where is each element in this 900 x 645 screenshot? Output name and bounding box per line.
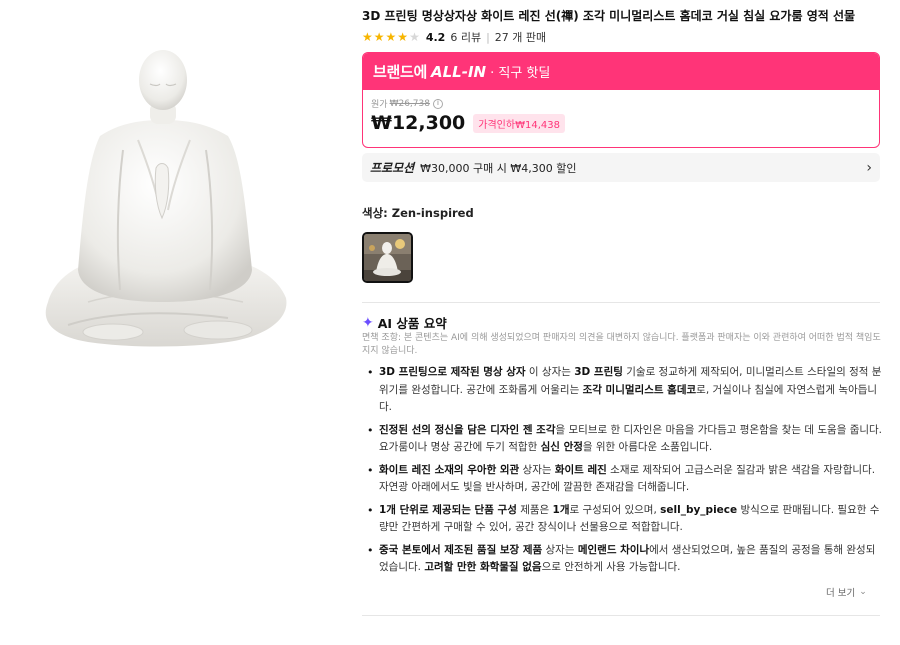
discount-badge: 가격인하₩14,438 [473,113,565,133]
summary-item: 1개 단위로 제공되는 단품 구성 제품은 1개로 구성되어 있으며, sell… [362,502,882,537]
summary-text: 으로 안전하게 사용 가능합니다. [541,561,681,573]
original-price-label: 원가 [371,100,388,110]
rating-stars: ★ ★ ★ ★ ★ [362,31,420,43]
summary-bold-text: 1개 [552,503,570,516]
promo-brand-text: 브랜드에 [373,63,428,81]
summary-bold-text: 메인랜드 차이나 [577,543,650,556]
summary-bold-text: 1개 단위로 제공되는 단품 구성 [379,503,517,516]
star-icon: ★ [397,30,409,44]
star-icon: ★ [373,30,385,44]
summary-bold-text: 3D 프린팅 [574,366,623,378]
chevron-right-icon: › [866,159,872,176]
promo-suffix: · 직구 핫딜 [490,66,551,81]
info-icon[interactable]: i [432,98,443,109]
product-title: 3D 프린팅 명상상자상 화이트 레진 선(禪) 조각 미니멀리스트 홈데코 거… [362,9,856,23]
summary-item: 중국 본토에서 제조된 품질 보장 제품 상자는 메인랜드 차이나에서 생산되었… [362,542,882,577]
show-more-label: 더 보기 [826,588,856,599]
section-divider [362,302,880,303]
summary-bold-text: 고려할 만한 화학물질 없음 [424,561,542,573]
summary-text: 로 구성되어 있으며, [569,503,661,516]
swatch-thumbnail [364,234,411,281]
promo-banner: 브랜드에 ALL-IN · 직구 핫딜 [363,53,879,90]
rating-row: ★ ★ ★ ★ ★ 4.2 6 리뷰 | 27 개 판매 [362,29,546,45]
summary-bold-text: 화이트 레진 [554,463,607,476]
show-more-button[interactable]: 더 보기 ⌄ [826,585,867,599]
product-main-image[interactable] [28,40,298,370]
ai-summary-title: AI 상품 요약 [377,316,447,331]
summary-item: 진정된 선의 정신을 담은 디자인 젠 조각을 모티브로 한 디자인은 마음을 … [362,422,882,457]
original-price: ₩26,738 [389,98,430,109]
summary-text: 이 상자는 [525,366,575,378]
star-icon: ★ [362,30,373,44]
sparkle-icon: ✦ [362,314,374,331]
summary-bold-text: 3D 프린팅으로 제작된 명상 상자 [379,366,526,378]
summary-bold-text: 중국 본토에서 제조된 품질 보장 제품 [379,543,543,556]
price-area: 원가 ₩26,738 i ₩12,300 가격인하₩14,438 [363,90,879,134]
summary-bold-text: sell_by_piece [660,503,738,516]
summary-bold-text: 조각 미니멀리스트 홈데코 [582,383,697,396]
original-price-row: 원가 ₩26,738 i [371,97,871,110]
summary-text: 상자는 [542,543,578,556]
summary-bold-text: 진정된 선의 정신을 담은 디자인 젠 조각 [379,423,556,436]
meditating-figure-illustration [45,50,287,347]
sales-count: 27 개 판매 [494,31,547,44]
promo-allin-text: ALL-IN [431,62,487,81]
summary-item: 화이트 레진 소재의 우아한 외관 상자는 화이트 레진 소재로 제작되어 고급… [362,462,882,497]
ai-summary-list: 3D 프린팅으로 제작된 명상 상자 이 상자는 3D 프린팅 기술로 정교하게… [362,364,882,582]
summary-text: 상자는 [519,463,555,476]
ai-summary-header: ✦ AI 상품 요약 [362,313,447,332]
summary-text: 을 위한 아름다운 소품입니다. [582,441,713,453]
chevron-down-icon: ⌄ [859,587,867,597]
current-price-row: ₩12,300 가격인하₩14,438 [371,112,871,134]
promotion-text: ₩30,000 구매 시 ₩4,300 할인 [420,161,577,175]
color-swatch-selected[interactable] [362,232,413,283]
star-empty-icon: ★ [409,30,420,44]
summary-text: 제품은 [516,503,553,516]
separator: | [486,30,490,44]
summary-item: 3D 프린팅으로 제작된 명상 상자 이 상자는 3D 프린팅 기술로 정교하게… [362,364,882,417]
section-divider [362,615,880,616]
summary-bold-text: 심신 안정 [540,441,583,453]
current-price: ₩12,300 [371,112,466,134]
color-label: 색상: Zen-inspired [362,206,474,220]
review-count-link[interactable]: 6 리뷰 [450,29,481,45]
promotion-label: 프로모션 [370,161,415,175]
star-icon: ★ [385,30,397,44]
price-promo-box: 브랜드에 ALL-IN · 직구 핫딜 원가 ₩26,738 i ₩12,300… [362,52,880,148]
ai-disclaimer: 면책 조항: 본 콘텐츠는 AI에 의해 생성되었으며 판매자의 의견을 대변하… [362,333,881,356]
promotion-row[interactable]: 프로모션 ₩30,000 구매 시 ₩4,300 할인 › [362,153,880,182]
rating-value: 4.2 [425,30,446,44]
summary-bold-text: 화이트 레진 소재의 우아한 외관 [379,463,520,476]
